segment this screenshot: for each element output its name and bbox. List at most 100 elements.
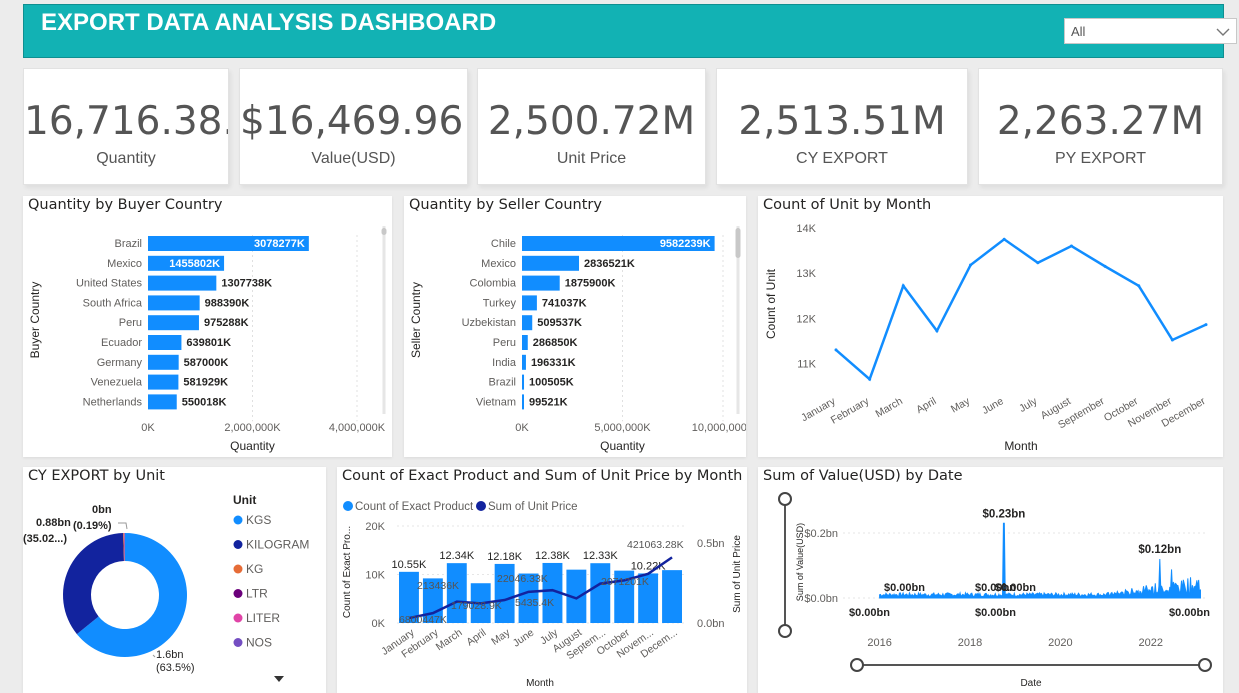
peak-label: $0.12bn [1138, 544, 1181, 556]
y-axis-title: Count of Unit [764, 268, 778, 339]
data-label: 1307738K [221, 278, 272, 290]
data-label: 988390K [205, 297, 250, 309]
data-label: 741037K [542, 297, 587, 309]
data-point [868, 377, 872, 381]
legend-label: NOS [246, 636, 272, 650]
cy-export-donut-panel[interactable]: CY EXPORT by Unit 1.6bn (63.5%) 0.88bn (35.… [23, 467, 326, 693]
data-label: 639801K [186, 337, 231, 349]
kpi-card-cy-export[interactable]: 2,513.51M CY EXPORT [716, 68, 968, 185]
bar [522, 275, 560, 291]
x-tick-label: 2,000,000K [224, 422, 281, 434]
bar [148, 295, 200, 311]
legend-marker [476, 501, 486, 511]
x-tick-label: 0K [141, 422, 155, 434]
category-label: Brazil [488, 377, 516, 389]
category-label: Germany [97, 357, 143, 369]
data-point [1103, 264, 1107, 268]
y-tick-label: 10K [365, 570, 385, 582]
y-axis-title: Buyer Country [28, 282, 42, 359]
line-data-label: 6800447K [399, 614, 447, 626]
date-range-slider-handle [850, 658, 864, 672]
x-tick-label: 2016 [867, 637, 891, 649]
y-tick-label: 0K [372, 618, 386, 630]
data-point [1036, 261, 1040, 265]
bar [522, 354, 526, 370]
seller-country-bar-chart[interactable]: 0K 5,000,000K 10,000,000K Chile 9582239K Mexi… [404, 196, 746, 457]
bar-data-label: 10.55K [392, 559, 428, 571]
x-tick-label: July [1017, 395, 1040, 415]
combo-chart-panel[interactable]: Count of Exact Product and Sum of Unit P… [337, 467, 747, 693]
y-axis-title: Sum of Value(USD) [795, 523, 805, 601]
line-data-label: 213436K [417, 580, 459, 592]
category-label: Chile [491, 238, 516, 250]
filter-dropdown[interactable]: All [1064, 18, 1237, 44]
kpi-card-value-usd[interactable]: $16,469.96... Value(USD) [239, 68, 468, 185]
value-by-date-area-chart[interactable]: $0.2bn $0.0bn $0.23bn $0.12bn $0.00bn $0.00bn… [758, 467, 1223, 693]
x-tick-label: 2022 [1139, 637, 1163, 649]
data-label: 975288K [204, 317, 249, 329]
x-tick-label: 0K [515, 422, 529, 434]
x-axis-title: Quantity [230, 439, 275, 453]
category-label: India [492, 357, 517, 369]
data-point [969, 263, 973, 267]
value-by-date-panel[interactable]: Sum of Value(USD) by Date $0.2bn $0.0bn $0… [758, 467, 1223, 693]
x-tick-label: 10,000,000K [692, 422, 746, 434]
x-tick-label: 2020 [1048, 637, 1072, 649]
kpi-card-quantity[interactable]: 16,716.38... Quantity [23, 68, 229, 185]
category-label: Venezuela [91, 377, 143, 389]
x-tick-label: February [829, 395, 872, 427]
x-tick-label: May [489, 626, 513, 648]
seller-country-chart-panel[interactable]: Quantity by Seller Country 0K 5,000,000K 1… [404, 196, 746, 457]
kpi-value: 2,263.27M [996, 99, 1205, 144]
legend-label: Count of Exact Product [355, 501, 474, 513]
category-label: Ecuador [101, 337, 142, 349]
leader-line [118, 522, 128, 530]
data-point [935, 329, 939, 333]
line-data-label: 22046.33K [497, 573, 548, 585]
kpi-card-unit-price[interactable]: 2,500.72M Unit Price [477, 68, 706, 185]
kpi-card-py-export[interactable]: 2,263.27M PY EXPORT [978, 68, 1223, 185]
x-axis-title: Quantity [600, 439, 645, 453]
slice-value-label: 0bn [92, 504, 112, 516]
data-label: 100505K [529, 377, 574, 389]
legend-label: KG [246, 562, 263, 576]
kpi-label: Quantity [96, 150, 156, 167]
bar-data-label: 12.18K [487, 551, 523, 563]
bar [522, 335, 528, 350]
y-axis-title: Count of Exact Pro... [342, 526, 353, 618]
category-label: United States [76, 278, 143, 290]
category-label: Peru [119, 317, 142, 329]
bar [590, 563, 611, 623]
chevron-down-icon[interactable] [1216, 27, 1230, 37]
unit-by-month-chart-panel[interactable]: Count of Unit by Month 14K 13K 12K 11K Janua… [758, 196, 1223, 457]
y-tick-label: 13K [796, 268, 816, 280]
y-tick-label: $0.0bn [804, 593, 838, 605]
y-tick-label: 20K [365, 521, 385, 533]
dashboard-header: EXPORT DATA ANALYSIS DASHBOARD All [23, 4, 1237, 58]
x-tick-label: March [434, 627, 465, 654]
bar-data-label: 12.34K [439, 550, 475, 562]
buyer-country-chart-panel[interactable]: Quantity by Buyer Country 0K 2,000,000K 4,… [23, 196, 392, 457]
bar [446, 563, 467, 623]
product-unitprice-combo-chart[interactable]: Count of Exact Product Sum of Unit Price 2… [337, 467, 747, 693]
bar [522, 255, 580, 271]
buyer-country-bar-chart[interactable]: 0K 2,000,000K 4,000,000K Brazil 3078277K Mexi… [23, 196, 392, 457]
data-label: 2836521K [584, 258, 635, 270]
slice-pct-label: (35.02...) [23, 533, 67, 545]
category-label: Vietnam [476, 396, 516, 408]
kpi-value: 2,500.72M [487, 99, 696, 144]
category-label: Turkey [483, 297, 517, 309]
data-label: 550018K [182, 396, 227, 408]
bar [148, 275, 217, 291]
scrollbar-thumb [381, 228, 387, 235]
kpi-value: 16,716.38... [24, 99, 228, 144]
y-range-slider-handle [778, 624, 792, 638]
x-tick-label: 5,000,000K [594, 422, 651, 434]
slice-pct-label: (0.19%) [73, 520, 112, 532]
line-data-label: 5435.4K [515, 597, 554, 609]
slice-value-label: 1.6bn [156, 649, 184, 661]
unit-by-month-line-chart[interactable]: 14K13K12K11KJanuaryFebruary March April May… [758, 196, 1223, 457]
data-label: 99521K [529, 396, 568, 408]
y-tick-label: 11K [797, 358, 816, 370]
cy-export-donut-chart[interactable]: 1.6bn(63.5%) 0.88bn (35.02...) 0bn (0.19%) Un… [23, 467, 326, 693]
